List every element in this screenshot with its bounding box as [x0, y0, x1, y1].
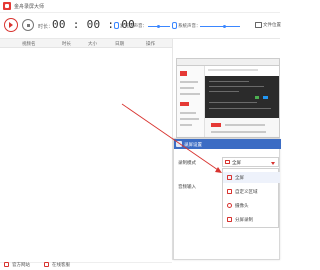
column-header[interactable]: 时长	[62, 41, 71, 47]
toolbar: 时长： 00 : 00 : 00 麦克风声音： 系统声音： 文件位置	[0, 13, 281, 39]
system-volume-knob[interactable]	[223, 25, 226, 28]
duration-label: 时长：	[38, 24, 54, 30]
bottom-bar: 官方网站 在线客服	[0, 260, 280, 270]
mode-option-fullscreen[interactable]: 全屏	[223, 172, 280, 183]
mode-option-split-screen[interactable]: 分屏录制	[223, 214, 280, 225]
system-audio-label: 系统声音：	[178, 23, 201, 29]
column-header[interactable]: 日期	[115, 41, 124, 47]
app-logo-icon	[3, 2, 11, 10]
screen-preview	[176, 58, 280, 138]
chat-icon	[44, 262, 49, 267]
mode-option-label: 全屏	[235, 176, 244, 181]
online-support-link[interactable]: 在线客服	[44, 260, 84, 270]
caret-down-icon[interactable]	[271, 161, 275, 165]
split-screen-icon	[227, 217, 232, 222]
online-support-label: 在线客服	[52, 263, 70, 268]
column-header[interactable]: 操作	[146, 41, 155, 47]
mic-volume-slider[interactable]	[148, 25, 170, 28]
mic-volume-knob[interactable]	[157, 25, 160, 28]
camera-icon	[227, 203, 232, 208]
app-title: 金舟录屏大师	[14, 4, 45, 10]
column-header[interactable]: 视频名	[22, 41, 36, 47]
region-icon	[227, 189, 232, 194]
record-mode-select[interactable]: 全屏	[222, 157, 279, 167]
home-icon	[4, 262, 9, 267]
mic-icon[interactable]	[112, 22, 119, 30]
monitor-icon	[227, 175, 232, 180]
mode-option-label: 摄像头	[235, 204, 249, 209]
preview-dark-window	[205, 76, 279, 118]
audio-input-label: 音频输入	[178, 185, 196, 190]
title-bar: 金舟录屏大师	[0, 0, 280, 13]
mode-option-camera[interactable]: 摄像头	[223, 200, 280, 211]
settings-header: 录屏设置	[174, 139, 281, 149]
system-volume-slider[interactable]	[200, 25, 240, 28]
monitor-icon	[225, 160, 230, 164]
mic-label: 麦克风声音：	[120, 23, 147, 29]
settings-title: 录屏设置	[184, 142, 202, 148]
stop-button[interactable]	[22, 19, 34, 31]
file-list-header: 视频名 时长 大小 日期 操作	[0, 39, 172, 48]
speaker-icon[interactable]	[170, 22, 177, 30]
system-audio-control: 系统声音：	[170, 22, 250, 30]
mode-option-label: 分屏录制	[235, 218, 253, 223]
record-mode-dropdown: 全屏 自定义区域 摄像头 分屏录制	[222, 168, 280, 228]
preview-sidebar	[177, 66, 205, 137]
recording-settings-panel: 录屏设置 录制模式 音频输入 全屏 全屏 自定义区域 摄像头 分屏录制	[173, 138, 281, 260]
official-website-link[interactable]: 官方网站	[4, 260, 44, 270]
mode-option-custom-region[interactable]: 自定义区域	[223, 186, 280, 197]
record-mode-value: 全屏	[232, 161, 241, 166]
mode-option-label: 自定义区域	[235, 190, 258, 195]
column-header[interactable]: 大小	[88, 41, 97, 47]
record-mode-label: 录制模式	[178, 161, 196, 166]
settings-logo-icon	[176, 141, 182, 147]
record-button[interactable]	[4, 18, 18, 32]
preview-window-bar	[177, 59, 279, 66]
folder-icon[interactable]	[255, 22, 262, 28]
official-website-label: 官方网站	[12, 263, 30, 268]
preview-bottom-area	[205, 118, 279, 137]
output-folder-label[interactable]: 文件位置	[263, 22, 281, 28]
